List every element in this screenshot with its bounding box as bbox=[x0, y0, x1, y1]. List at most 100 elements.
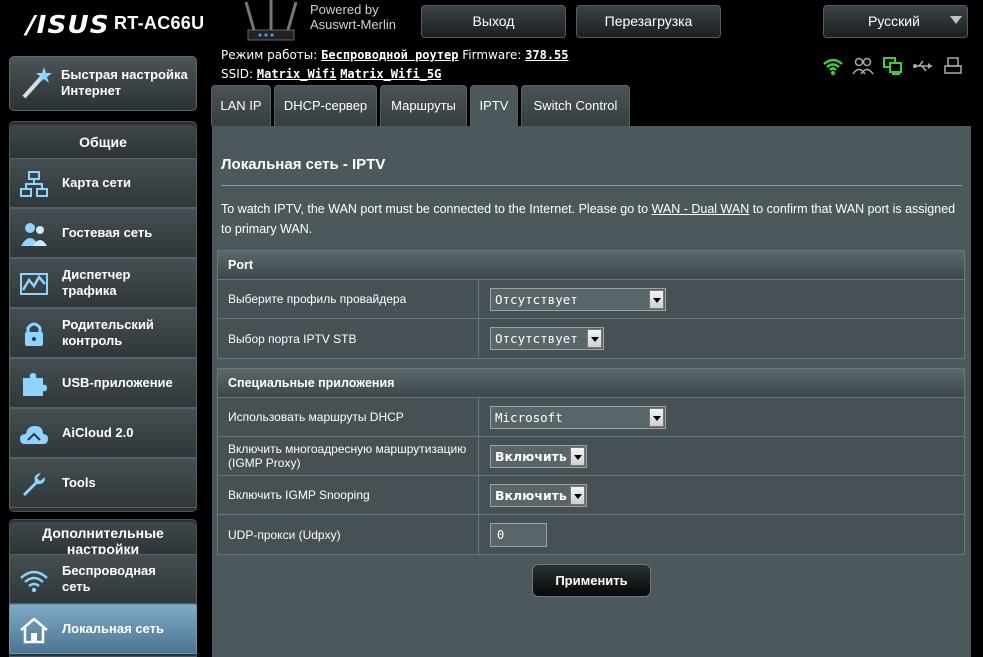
nav-label: Гостевая сеть bbox=[62, 225, 153, 240]
select-value: Отсутствует bbox=[495, 292, 578, 307]
router-admin-page: /ISUS RT-AC66U Powered by Asuswrt-Merlin… bbox=[0, 0, 983, 657]
field-value: Отсутствует bbox=[479, 319, 964, 358]
powered-by-line2: Asuswrt-Merlin bbox=[310, 17, 396, 32]
nav-lan[interactable]: Локальная сеть bbox=[9, 604, 197, 654]
firmware-link[interactable]: 378.55 bbox=[525, 48, 568, 62]
model-name: RT-AC66U bbox=[114, 13, 205, 33]
field-value: Отсутствует bbox=[479, 280, 964, 318]
mode-link[interactable]: Беспроводной роутер bbox=[321, 48, 458, 62]
clients-icon[interactable] bbox=[852, 56, 874, 76]
dhcp-routes-select[interactable]: Microsoft bbox=[490, 406, 666, 429]
printer-icon[interactable] bbox=[942, 56, 964, 76]
nav-label-text: Беспроводная сеть bbox=[62, 563, 156, 594]
field-label: Использовать маршруты DHCP bbox=[218, 398, 479, 436]
nav-guest-network[interactable]: Гостевая сеть bbox=[9, 208, 197, 258]
special-apps-section: Специальные приложения Использовать марш… bbox=[217, 368, 965, 555]
port-section: Port Выберите профиль провайдера Отсутст… bbox=[217, 250, 965, 359]
field-label: Включить IGMP Snooping bbox=[218, 476, 479, 514]
page-title: Локальная сеть - IPTV bbox=[221, 156, 386, 173]
nav-label-text: Родительский контроль bbox=[62, 317, 154, 348]
nav-label: Карта сети bbox=[62, 175, 131, 190]
select-value: Включить bbox=[495, 488, 567, 503]
nav-label: Родительский контроль bbox=[62, 317, 172, 349]
network-map-icon[interactable] bbox=[882, 56, 904, 76]
status-icons bbox=[822, 56, 964, 76]
operation-mode-line: Режим работы: Беспроводной роутер Firmwa… bbox=[221, 48, 569, 62]
wifi-icon bbox=[20, 570, 48, 593]
cloud-icon bbox=[20, 426, 48, 444]
language-select[interactable]: Русский bbox=[823, 5, 968, 38]
wifi-status-icon[interactable] bbox=[822, 56, 844, 76]
tab-routes[interactable]: Маршруты bbox=[380, 85, 467, 126]
nav-label-text: Диспетчер трафика bbox=[62, 267, 131, 298]
udpxy-port-input[interactable]: 0 bbox=[490, 523, 547, 547]
asus-logo: /ISUS bbox=[26, 10, 110, 39]
apply-button[interactable]: Применить bbox=[532, 564, 651, 597]
nav-label: Диспетчер трафика bbox=[62, 267, 152, 299]
table-row: Включить многоадресную маршрутизацию (IG… bbox=[218, 437, 964, 476]
table-row: Выбор порта IPTV STB Отсутствует bbox=[218, 319, 964, 358]
wrench-icon bbox=[23, 473, 45, 496]
reboot-button[interactable]: Перезагрузка bbox=[576, 5, 721, 38]
nav-label: AiCloud 2.0 bbox=[62, 425, 134, 440]
tab-dhcp-server[interactable]: DHCP-сервер bbox=[274, 85, 377, 126]
ssid-link-2[interactable]: Matrix_Wifi_5G bbox=[340, 67, 441, 81]
quick-setup-line2: Интернет bbox=[61, 83, 122, 98]
field-label: Выбор порта IPTV STB bbox=[218, 319, 479, 358]
tab-switch-control[interactable]: Switch Control bbox=[521, 85, 630, 126]
section-header: Port bbox=[218, 251, 964, 280]
isp-profile-select[interactable]: Отсутствует bbox=[490, 288, 666, 311]
nav-wireless[interactable]: Беспроводная сеть bbox=[9, 554, 197, 604]
home-icon bbox=[20, 617, 48, 644]
ssid-link-1[interactable]: Matrix_Wifi bbox=[257, 67, 336, 81]
network-map-icon bbox=[20, 171, 48, 197]
table-row: Включить IGMP Snooping Включить bbox=[218, 476, 964, 515]
field-value: Microsoft bbox=[479, 398, 964, 436]
chevron-down-icon bbox=[570, 447, 585, 466]
usb-icon[interactable] bbox=[912, 56, 934, 76]
chevron-down-icon bbox=[649, 408, 664, 427]
wan-dual-wan-link[interactable]: WAN - Dual WAN bbox=[652, 202, 750, 216]
nav-parental-control[interactable]: Родительский контроль bbox=[9, 308, 197, 358]
table-row: UDP-прокси (Udpxy) 0 bbox=[218, 515, 964, 554]
chevron-down-icon bbox=[649, 290, 664, 309]
iptv-stb-port-select[interactable]: Отсутствует bbox=[490, 327, 604, 350]
nav-usb-application[interactable]: USB-приложение bbox=[9, 358, 197, 408]
nav-label: USB-приложение bbox=[62, 375, 173, 390]
select-value: Отсутствует bbox=[495, 331, 578, 346]
nav-traffic-manager[interactable]: Диспетчер трафика bbox=[9, 258, 197, 308]
page-description: To watch IPTV, the WAN port must be conn… bbox=[221, 199, 966, 239]
igmp-proxy-select[interactable]: Включить bbox=[490, 445, 587, 468]
advanced-header: Дополнительные настройки bbox=[10, 522, 196, 556]
field-value: Включить bbox=[479, 476, 964, 514]
firmware-label: Firmware: bbox=[462, 48, 522, 62]
chevron-down-icon bbox=[950, 16, 962, 24]
logout-button[interactable]: Выход bbox=[421, 5, 566, 38]
igmp-snooping-select[interactable]: Включить bbox=[490, 484, 587, 507]
magic-wand-icon bbox=[22, 67, 52, 99]
field-label: UDP-прокси (Udpxy) bbox=[218, 515, 479, 554]
quick-setup-button[interactable]: Быстрая настройка Интернет bbox=[9, 56, 197, 111]
field-value: Включить bbox=[479, 437, 964, 475]
lock-icon bbox=[25, 322, 43, 346]
nav-label: Tools bbox=[62, 475, 96, 490]
divider bbox=[221, 185, 962, 186]
mode-label: Режим работы: bbox=[221, 48, 318, 62]
ssid-line: SSID: Matrix_Wifi Matrix_Wifi_5G bbox=[221, 67, 441, 81]
field-label: Включить многоадресную маршрутизацию (IG… bbox=[218, 437, 479, 475]
traffic-manager-icon bbox=[20, 273, 48, 295]
table-row: Использовать маршруты DHCP Microsoft bbox=[218, 398, 964, 437]
table-row: Выберите профиль провайдера Отсутствует bbox=[218, 280, 964, 319]
field-label: Выберите профиль провайдера bbox=[218, 280, 479, 318]
tab-iptv[interactable]: IPTV bbox=[470, 85, 518, 127]
nav-network-map[interactable]: Карта сети bbox=[9, 158, 197, 208]
chevron-down-icon bbox=[570, 486, 585, 505]
router-icon bbox=[244, 0, 298, 41]
nav-tools[interactable]: Tools bbox=[9, 458, 197, 508]
desc-text-1: To watch IPTV, the WAN port must be conn… bbox=[221, 202, 652, 216]
select-value: Microsoft bbox=[495, 410, 563, 425]
nav-aicloud[interactable]: AiCloud 2.0 bbox=[9, 408, 197, 458]
chevron-down-icon bbox=[587, 329, 602, 348]
quick-setup-line1: Быстрая настройка bbox=[61, 67, 188, 82]
tab-lan-ip[interactable]: LAN IP bbox=[211, 85, 271, 126]
